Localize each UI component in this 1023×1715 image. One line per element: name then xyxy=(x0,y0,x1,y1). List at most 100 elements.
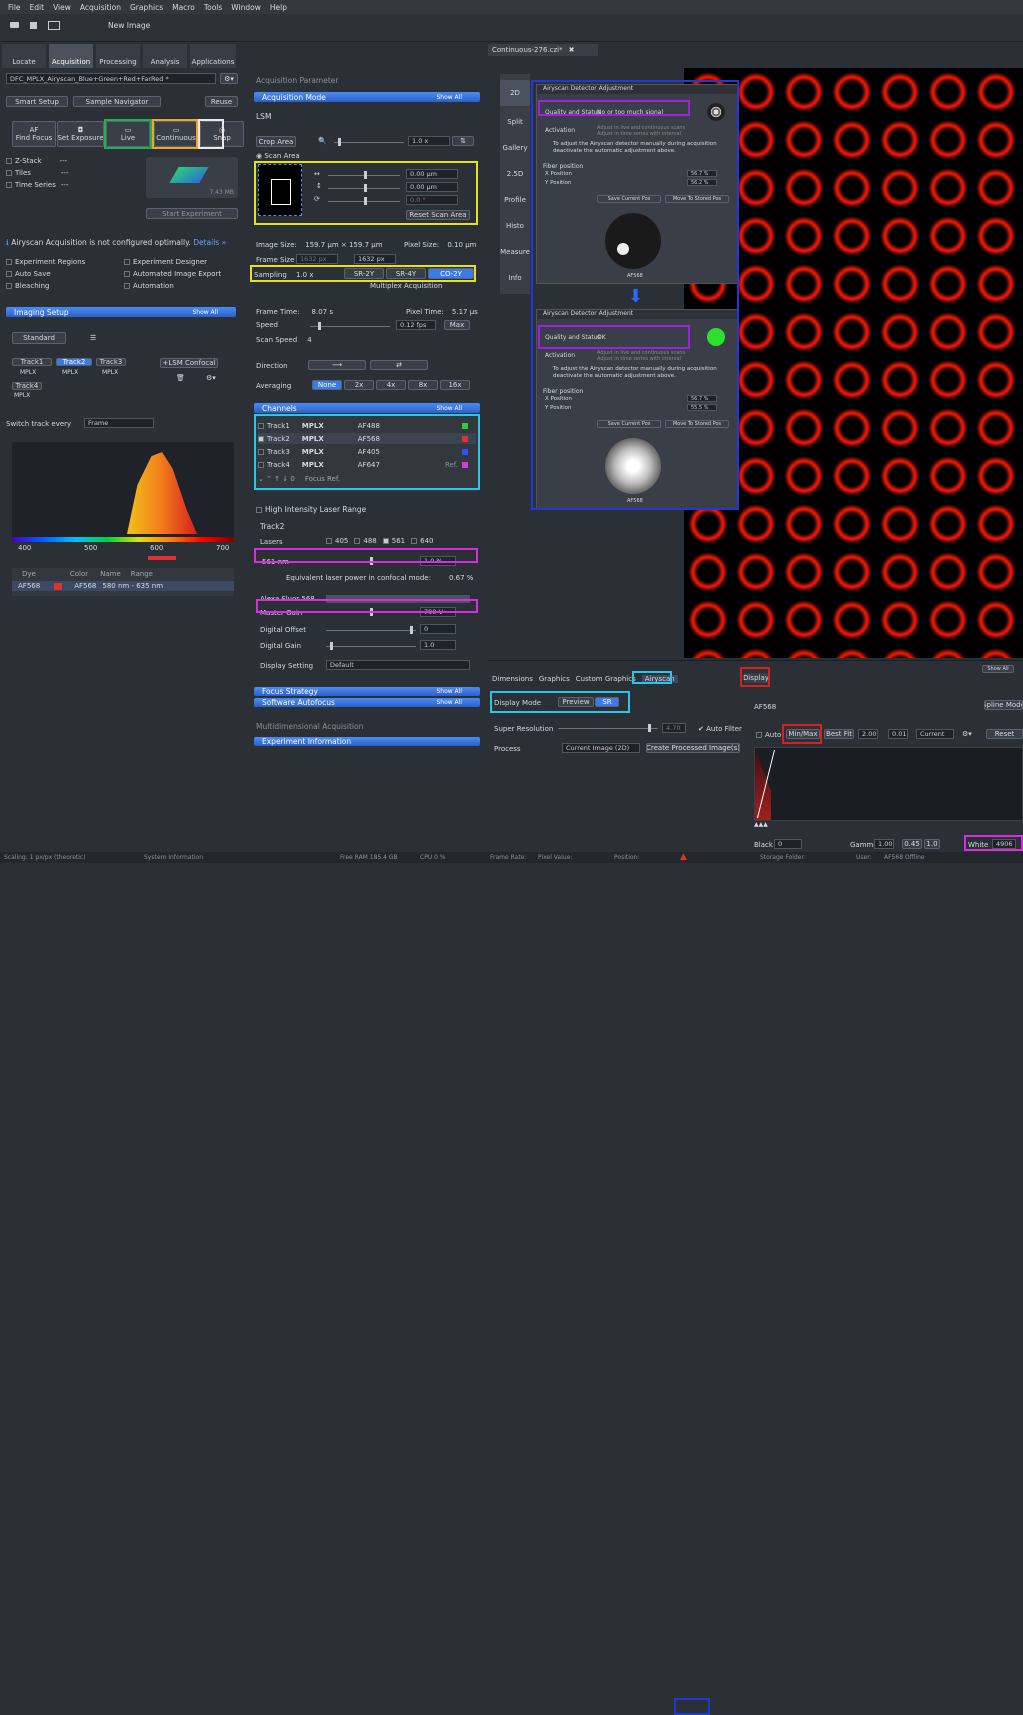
laser-lines[interactable]: 405 488 561 640 xyxy=(326,537,434,545)
tab-dimensions[interactable]: Dimensions xyxy=(492,675,533,683)
details-link[interactable]: Details » xyxy=(193,238,226,247)
view-split[interactable]: Split xyxy=(500,110,530,134)
avg-none[interactable]: None xyxy=(312,380,342,390)
best-fit-high-field[interactable]: 0.01 xyxy=(888,729,908,739)
menu-acquisition[interactable]: Acquisition xyxy=(80,3,121,12)
histogram[interactable] xyxy=(754,747,1023,821)
x-position-field[interactable]: 56.7 % xyxy=(687,170,717,177)
delete-track-icon[interactable]: 🗑 xyxy=(176,374,185,382)
auto-checkbox[interactable]: Auto xyxy=(756,731,781,739)
reuse-button[interactable]: Reuse xyxy=(205,96,238,107)
track1-button[interactable]: Track1 xyxy=(12,358,52,366)
lsm-confocal-button[interactable]: +LSM Confocal xyxy=(160,358,218,368)
imaging-setup-header[interactable]: Imaging Setup Show All xyxy=(6,307,236,317)
track3-button[interactable]: Track3 xyxy=(96,358,126,366)
digital-offset-slider[interactable] xyxy=(326,626,416,634)
new-image-button[interactable]: New Image xyxy=(108,21,150,30)
display-setting-select[interactable]: Default xyxy=(326,660,470,670)
master-gain-field[interactable]: 790 V xyxy=(420,607,456,617)
black-field[interactable]: 0 xyxy=(774,839,802,849)
tab-processing[interactable]: Processing xyxy=(96,44,140,68)
crop-area-button[interactable]: Crop Area xyxy=(256,136,296,147)
track-settings-icon[interactable]: ⚙▾ xyxy=(206,374,216,382)
channel-row-track2[interactable]: Track2 MPLX AF568 xyxy=(258,433,476,444)
offset-y-field[interactable]: 0.00 µm xyxy=(406,182,458,192)
set-exposure-button[interactable]: ◘ Set Exposure xyxy=(57,121,104,147)
view-2d[interactable]: 2D xyxy=(500,80,530,106)
tab-applications[interactable]: Applications xyxy=(190,44,236,68)
save-pos-button[interactable]: Save Current Pos xyxy=(597,195,661,203)
view-histo[interactable]: Histo xyxy=(500,214,530,238)
auto-filter-checkbox[interactable]: ✔ Auto Filter xyxy=(698,725,742,733)
channel-row-track3[interactable]: Track3 MPLX AF405 xyxy=(258,446,476,457)
view-info[interactable]: Info xyxy=(500,266,530,290)
tool-bleaching[interactable]: Bleaching xyxy=(6,282,49,290)
best-fit-low-field[interactable]: 2.00 xyxy=(858,729,878,739)
snap-button[interactable]: ◎ Snap xyxy=(200,121,244,147)
digital-gain-field[interactable]: 1.0 xyxy=(420,640,456,650)
digital-offset-field[interactable]: 0 xyxy=(420,624,456,634)
zoom-step-button[interactable]: ⇅ xyxy=(452,136,474,146)
current-image-select[interactable]: Current Image (2D) xyxy=(562,743,640,753)
digital-gain-slider[interactable] xyxy=(326,642,416,650)
menu-help[interactable]: Help xyxy=(270,3,287,12)
tab-graphics[interactable]: Graphics xyxy=(539,675,570,683)
reset-scan-area-button[interactable]: Reset Scan Area xyxy=(406,210,470,220)
activation-time-2[interactable]: Adjust in time series with interval xyxy=(597,356,681,362)
dim-time-series[interactable]: Time Series --- xyxy=(6,181,68,189)
emission-range-marker[interactable] xyxy=(148,556,176,560)
frame-height-field[interactable]: 1632 px xyxy=(354,254,396,264)
spline-mode-button[interactable]: Spline Mode xyxy=(984,700,1023,710)
tool-experiment-regions[interactable]: Experiment Regions xyxy=(6,258,85,266)
switch-track-select[interactable]: Frame xyxy=(84,418,154,428)
x-position-field-2[interactable]: 56.7 % xyxy=(687,395,717,402)
sampling-co2y[interactable]: CO-2Y xyxy=(428,268,474,279)
sample-navigator-button[interactable]: Sample Navigator xyxy=(73,96,161,107)
software-autofocus-header[interactable]: Software Autofocus Show All xyxy=(254,698,480,707)
gamma-10-button[interactable]: 1.0 xyxy=(924,839,940,849)
view-25d[interactable]: 2.5D xyxy=(500,162,530,186)
display-show-all[interactable]: Show All xyxy=(982,665,1014,673)
tab-display[interactable]: Display xyxy=(743,673,769,683)
dye-table-row[interactable]: AF568 AF568 580 nm - 635 nm xyxy=(12,581,234,591)
preview-button[interactable]: Preview xyxy=(558,697,594,707)
activation-time[interactable]: Adjust in time series with interval xyxy=(597,131,681,137)
gamma-045-button[interactable]: 0.45 xyxy=(902,839,922,849)
find-focus-button[interactable]: AF Find Focus xyxy=(12,121,56,147)
display-settings-icon[interactable]: ⚙▾ xyxy=(962,730,972,738)
scan-area-preview[interactable] xyxy=(258,164,302,216)
save-icon[interactable] xyxy=(30,22,37,29)
offset-x-field[interactable]: 0.00 µm xyxy=(406,169,458,179)
channel-row-track4[interactable]: Track4 MPLX AF647 Ref. xyxy=(258,459,476,470)
direction-uni-button[interactable]: ⟶ xyxy=(308,360,366,370)
channel-color-green[interactable] xyxy=(462,422,468,429)
tool-automation[interactable]: Automation xyxy=(124,282,174,290)
acq-mode-header[interactable]: Acquisition Mode Show All xyxy=(254,92,480,102)
histogram-markers[interactable]: ▲▲▲ xyxy=(754,821,768,828)
current-select[interactable]: Current xyxy=(916,729,954,739)
best-fit-button[interactable]: Best Fit xyxy=(824,729,854,739)
speed-field[interactable]: 0.12 fps xyxy=(396,320,436,330)
save-pos-button-2[interactable]: Save Current Pos xyxy=(597,420,661,428)
view-measure[interactable]: Measure xyxy=(500,240,530,264)
dim-tiles[interactable]: Tiles --- xyxy=(6,169,68,177)
rotation-slider[interactable] xyxy=(328,197,400,205)
sampling-sr4y[interactable]: SR-4Y xyxy=(386,268,426,279)
continuous-button[interactable]: ▭ Continuous xyxy=(154,121,198,147)
super-res-field[interactable]: 4.70 xyxy=(662,723,686,733)
menu-view[interactable]: View xyxy=(53,3,71,12)
create-processed-button[interactable]: Create Processed Image(s) xyxy=(646,743,740,753)
color-swatch[interactable] xyxy=(54,582,63,590)
smart-setup-button[interactable]: Smart Setup xyxy=(6,96,68,107)
tab-custom-graphics[interactable]: Custom Graphics xyxy=(576,675,636,683)
live-button[interactable]: ▭ Live xyxy=(106,121,150,147)
menu-tools[interactable]: Tools xyxy=(204,3,222,12)
laser-warning-icon[interactable]: ▲ xyxy=(680,852,687,862)
channel-color-blue[interactable] xyxy=(462,448,468,455)
avg-4x[interactable]: 4x xyxy=(376,380,406,390)
open-folder-icon[interactable] xyxy=(10,22,19,28)
sampling-sr2y[interactable]: SR-2Y xyxy=(344,268,384,279)
experiment-options-button[interactable]: ⚙▾ xyxy=(220,73,238,84)
avg-8x[interactable]: 8x xyxy=(408,380,438,390)
standard-button[interactable]: Standard xyxy=(12,332,66,344)
